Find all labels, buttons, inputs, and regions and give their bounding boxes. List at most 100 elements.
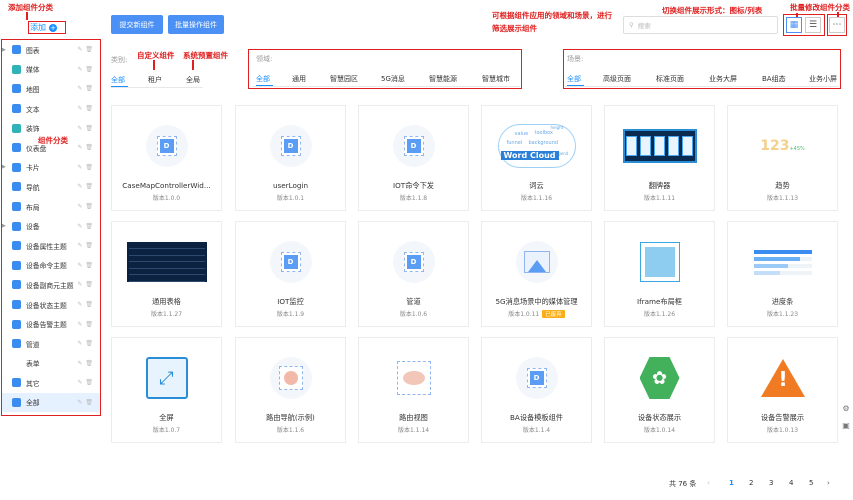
- pager-prev-icon[interactable]: ‹: [707, 479, 710, 487]
- component-card[interactable]: 翻牌器 版本1.1.11: [604, 105, 715, 211]
- component-card[interactable]: D IOT命令下发 版本1.1.8: [358, 105, 469, 211]
- edit-delete-icons[interactable]: ✎🗑: [77, 301, 96, 308]
- category-icon: [12, 300, 21, 310]
- pager-next-icon[interactable]: ›: [827, 479, 830, 487]
- card-version: 版本1.1.13: [766, 195, 799, 202]
- component-card[interactable]: DuserLogin 版本1.0.1: [235, 105, 346, 211]
- sidebar-item[interactable]: 装饰 ✎🗑: [2, 118, 100, 138]
- caret-right-icon[interactable]: ▶: [2, 47, 6, 53]
- sidebar-item-label: 地图: [26, 85, 40, 94]
- sidebar-item[interactable]: 地图 ✎🗑: [2, 79, 100, 99]
- sidebar-item[interactable]: 管道 ✎🗑: [2, 334, 100, 354]
- pager-page[interactable]: 2: [749, 479, 753, 487]
- domain-tab-1[interactable]: 通用: [292, 74, 306, 84]
- sidebar-item[interactable]: 设备告警主题 ✎🗑: [2, 314, 100, 334]
- domain-tab-5[interactable]: 智慧城市: [482, 74, 510, 84]
- annotation-domain-scene-text: 可根据组件应用的领域和场景，进行筛选展示组件: [492, 11, 612, 33]
- component-card[interactable]: 通用表格 版本1.1.27: [111, 221, 222, 327]
- component-card[interactable]: D 管道 版本1.0.6: [358, 221, 469, 327]
- edit-delete-icons[interactable]: ✎🗑: [77, 223, 96, 230]
- edit-delete-icons[interactable]: ✎🗑: [77, 340, 96, 347]
- card-version-row: 版本1.0.0: [112, 193, 221, 202]
- sidebar-item[interactable]: 设备属性主题 ✎🗑: [2, 236, 100, 256]
- card-version: 版本1.1.4: [522, 427, 551, 434]
- search-input[interactable]: ⚲ 搜索: [623, 16, 778, 34]
- sidebar-item[interactable]: ▶ 设备 ✎🗑: [2, 216, 100, 236]
- edit-delete-icons[interactable]: ✎🗑: [77, 85, 96, 92]
- type-tab-2[interactable]: 全局: [186, 75, 200, 85]
- sidebar-item[interactable]: 文本 ✎🗑: [2, 99, 100, 119]
- component-card[interactable]: 路由视图 版本1.1.14: [358, 337, 469, 443]
- edit-delete-icons[interactable]: ✎🗑: [77, 144, 96, 151]
- submit-component-button[interactable]: 提交新组件: [111, 15, 163, 34]
- grid-view-button[interactable]: ▦: [786, 17, 802, 33]
- domain-tab-3[interactable]: 5G消息: [381, 74, 405, 84]
- domain-tab-4[interactable]: 智慧能源: [429, 74, 457, 84]
- batch-operate-button[interactable]: 批量操作组件: [168, 15, 224, 34]
- edit-delete-icons[interactable]: ✎🗑: [77, 379, 96, 386]
- component-card[interactable]: D IOT监控 版本1.1.9: [235, 221, 346, 327]
- edit-delete-icons[interactable]: ✎🗑: [77, 203, 96, 210]
- edit-delete-icons[interactable]: ✎🗑: [77, 262, 96, 269]
- category-list: ▶ 图表 ✎🗑 媒体 ✎🗑 地图 ✎🗑 文本 ✎🗑 装饰 ✎🗑 仪表盘 ✎🗑 ▶ 卡片 ✎🗑 导航 ✎🗑 布局 ✎🗑 ▶…: [2, 40, 100, 413]
- edit-delete-icons[interactable]: ✎🗑: [77, 321, 96, 328]
- edit-delete-icons[interactable]: ✎🗑: [77, 183, 96, 190]
- settings-icon[interactable]: ⚙: [841, 404, 851, 414]
- edit-delete-icons[interactable]: ✎🗑: [77, 105, 96, 112]
- component-card[interactable]: 5G消息场景中的媒体管理 版本1.0.11 已废弃: [481, 221, 592, 327]
- scene-tab-5[interactable]: 业务小屏: [809, 74, 837, 84]
- fan-thumb: ✿: [639, 357, 680, 399]
- sidebar-item[interactable]: 表单 ✎🗑: [2, 354, 100, 374]
- component-card[interactable]: D CaseMapControllerWid... 版本1.0.0: [111, 105, 222, 211]
- edit-delete-icons[interactable]: ✎🗑: [77, 125, 96, 132]
- flip-counter-thumb: [622, 129, 697, 163]
- sidebar-item[interactable]: ▶ 图表 ✎🗑: [2, 40, 100, 60]
- component-card[interactable]: 进度条 版本1.1.23: [727, 221, 838, 327]
- list-view-button[interactable]: ☰: [805, 17, 821, 33]
- sidebar-item[interactable]: 媒体 ✎🗑: [2, 60, 100, 80]
- scene-tab-1[interactable]: 高级页面: [603, 74, 631, 84]
- sidebar-item[interactable]: 设备状态主题 ✎🗑: [2, 295, 100, 315]
- help-icon[interactable]: ▣: [841, 421, 851, 431]
- edit-delete-icons[interactable]: ✎🗑: [77, 66, 96, 73]
- edit-delete-icons[interactable]: ✎🗑: [77, 164, 96, 171]
- sidebar-item[interactable]: ▶ 卡片 ✎🗑: [2, 158, 100, 178]
- component-card[interactable]: 路由导航(示例) 版本1.1.6: [235, 337, 346, 443]
- caret-right-icon[interactable]: ▶: [2, 164, 6, 170]
- scene-tab-3[interactable]: 业务大屏: [709, 74, 737, 84]
- scene-tab-4[interactable]: BA组态: [762, 74, 786, 84]
- component-card[interactable]: ! 设备告警展示 版本1.0.13: [727, 337, 838, 443]
- sidebar-item[interactable]: 布局 ✎🗑: [2, 197, 100, 217]
- sidebar-item[interactable]: 设备命令主题 ✎🗑: [2, 256, 100, 276]
- pager-page[interactable]: 5: [809, 479, 813, 487]
- pager-page[interactable]: 1: [729, 479, 734, 487]
- edit-delete-icons[interactable]: ✎🗑: [77, 281, 96, 288]
- component-card[interactable]: ⤢ 全屏 版本1.0.7: [111, 337, 222, 443]
- component-card[interactable]: D BA设备模板组件 版本1.1.4: [481, 337, 592, 443]
- component-card[interactable]: 123+45% 趋势 版本1.1.13: [727, 105, 838, 211]
- caret-right-icon[interactable]: ▶: [2, 223, 6, 229]
- more-button[interactable]: ⋯: [829, 17, 845, 33]
- type-tab-0[interactable]: 全部: [111, 75, 125, 85]
- sidebar-item[interactable]: 全部 ✎🗑: [2, 392, 100, 413]
- sidebar-item[interactable]: 导航 ✎🗑: [2, 177, 100, 197]
- sidebar-item[interactable]: 其它 ✎🗑: [2, 373, 100, 393]
- edit-delete-icons[interactable]: ✎🗑: [77, 399, 96, 406]
- type-tab-1[interactable]: 租户: [148, 75, 162, 85]
- edit-delete-icons[interactable]: ✎🗑: [77, 46, 96, 53]
- edit-delete-icons[interactable]: ✎🗑: [77, 242, 96, 249]
- component-card[interactable]: Iframe布局框 版本1.1.26: [604, 221, 715, 327]
- domain-tab-2[interactable]: 智慧园区: [330, 74, 358, 84]
- scene-tab-0[interactable]: 全部: [567, 74, 581, 84]
- sidebar-item[interactable]: 设备副商元主题 ✎🗑: [2, 275, 100, 295]
- sidebar-item[interactable]: 仪表盘 ✎🗑: [2, 138, 100, 158]
- pager-page[interactable]: 3: [769, 479, 773, 487]
- scene-tab-2[interactable]: 标准页面: [656, 74, 684, 84]
- domain-tab-0[interactable]: 全部: [256, 74, 270, 84]
- card-version: 版本1.0.14: [643, 427, 676, 434]
- component-card[interactable]: ✿ 设备状态展示 版本1.0.14: [604, 337, 715, 443]
- edit-delete-icons[interactable]: ✎🗑: [77, 360, 96, 367]
- annotation-view-switch: 切换组件展示形式：图标/列表: [662, 6, 763, 15]
- pager-page[interactable]: 4: [789, 479, 793, 487]
- component-card[interactable]: value toolbox funnel background height legend…: [481, 105, 592, 211]
